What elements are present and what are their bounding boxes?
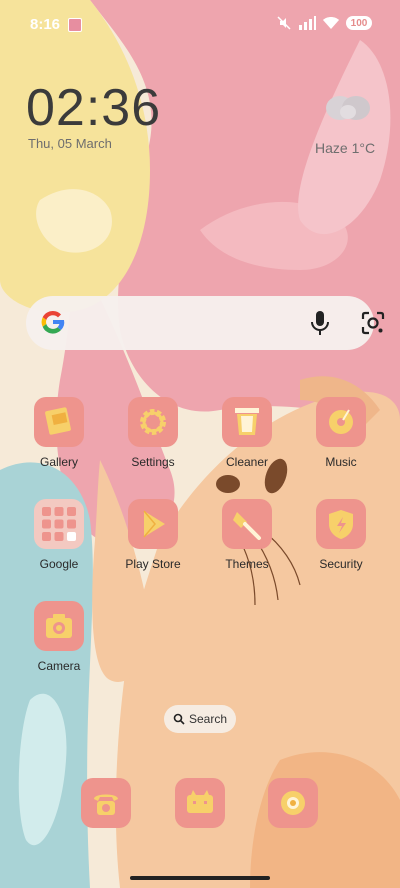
mic-icon[interactable] — [307, 308, 333, 338]
app-label: Gallery — [39, 455, 78, 469]
app-search-button[interactable]: Search — [164, 705, 236, 733]
cloud-icon[interactable] — [320, 90, 376, 130]
messages-icon — [187, 790, 213, 813]
camera-icon — [34, 601, 84, 651]
app-label: Google — [39, 557, 79, 571]
google-folder-icon — [34, 499, 84, 549]
app-search-label: Search — [188, 712, 228, 726]
app-label: Music — [325, 455, 357, 469]
app-gallery[interactable]: Gallery — [14, 397, 104, 469]
status-time: 8:16 — [30, 16, 61, 33]
status-bar: 8:16 100 — [0, 12, 400, 38]
clock-widget-time[interactable]: 02:36 — [26, 78, 161, 138]
app-themes[interactable]: Themes — [202, 499, 292, 571]
phone-icon — [94, 794, 118, 815]
app-label: Settings — [131, 455, 175, 469]
shield-icon — [316, 499, 366, 549]
mute-icon — [277, 16, 291, 30]
gear-icon — [128, 397, 178, 447]
weather-text[interactable]: Haze 1°C — [315, 140, 375, 156]
app-google-folder[interactable]: Google — [14, 499, 104, 571]
home-indicator[interactable] — [130, 876, 270, 880]
wifi-icon — [323, 17, 339, 29]
app-play-store[interactable]: Play Store — [108, 499, 198, 571]
app-settings[interactable]: Settings — [108, 397, 198, 469]
app-label: Cleaner — [225, 455, 269, 469]
app-music[interactable]: Music — [296, 397, 386, 469]
browser-icon — [281, 791, 305, 815]
cleaner-icon — [222, 397, 272, 447]
app-label: Camera — [37, 659, 81, 673]
notification-icon — [68, 18, 82, 32]
brush-icon — [222, 499, 272, 549]
dock-phone[interactable] — [81, 778, 131, 828]
dock-messages[interactable] — [175, 778, 225, 828]
google-g-icon — [41, 310, 65, 334]
home-screen: 8:16 100 02:36 Thu, 05 March Haze 1°C Ga… — [0, 0, 400, 888]
app-security[interactable]: Security — [296, 499, 386, 571]
app-cleaner[interactable]: Cleaner — [202, 397, 292, 469]
search-icon — [173, 713, 185, 725]
dock-browser[interactable] — [268, 778, 318, 828]
google-search-bar[interactable] — [26, 296, 385, 350]
gallery-icon — [34, 397, 84, 447]
lens-icon[interactable] — [359, 309, 387, 337]
app-label: Themes — [225, 557, 269, 571]
app-label: Play Store — [125, 557, 181, 571]
status-icons: 100 — [276, 15, 372, 31]
play-store-icon — [128, 499, 178, 549]
app-label: Security — [319, 557, 363, 571]
battery-icon: 100 — [346, 16, 372, 30]
music-icon — [316, 397, 366, 447]
app-camera[interactable]: Camera — [14, 601, 104, 673]
clock-widget-date[interactable]: Thu, 05 March — [28, 136, 112, 151]
signal-icon — [299, 16, 316, 30]
